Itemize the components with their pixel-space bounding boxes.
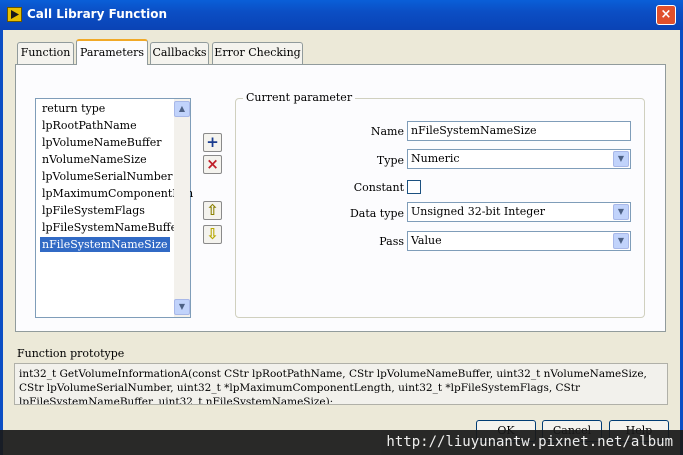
arrow-down-icon: ⇩	[206, 225, 219, 243]
chevron-down-icon[interactable]: ▼	[613, 204, 629, 220]
type-label: Type	[376, 154, 404, 167]
pass-value: Value	[411, 234, 442, 247]
list-item[interactable]: lpRootPathName	[40, 118, 139, 133]
constant-label: Constant	[353, 181, 404, 194]
labview-icon	[7, 7, 22, 22]
list-item[interactable]: lpMaximumComponentLen	[40, 186, 195, 201]
title-bar: Call Library Function ×	[0, 0, 683, 30]
list-item[interactable]: lpFileSystemFlags	[40, 203, 147, 218]
tab-function[interactable]: Function	[17, 42, 74, 64]
list-item[interactable]: lpVolumeSerialNumber	[40, 169, 175, 184]
move-up-button[interactable]: ⇧	[203, 201, 222, 220]
delete-parameter-button[interactable]: ×	[203, 155, 222, 174]
data-type-label: Data type	[349, 207, 404, 220]
list-item-selected[interactable]: nFileSystemNameSize	[40, 237, 170, 252]
type-select[interactable]: Numeric ▼	[407, 149, 631, 169]
name-field[interactable]: nFileSystemNameSize	[407, 121, 631, 141]
plus-icon: +	[206, 133, 219, 151]
list-item[interactable]: nVolumeNameSize	[40, 152, 149, 167]
close-button[interactable]: ×	[656, 5, 676, 25]
chevron-down-icon[interactable]: ▼	[613, 233, 629, 249]
prototype-label: Function prototype	[17, 347, 125, 360]
list-scrollbar[interactable]: ▲ ▼	[174, 99, 190, 317]
parameter-list[interactable]: return type lpRootPathName lpVolumeNameB…	[35, 98, 193, 318]
delete-icon: ×	[206, 155, 219, 173]
window-title: Call Library Function	[27, 7, 168, 21]
list-item[interactable]: lpFileSystemNameBuffer	[40, 220, 184, 235]
tab-parameters[interactable]: Parameters	[76, 39, 148, 65]
name-label: Name	[370, 125, 404, 138]
constant-checkbox[interactable]	[407, 180, 421, 194]
type-value: Numeric	[411, 152, 460, 165]
chevron-down-icon[interactable]: ▼	[613, 151, 629, 167]
add-parameter-button[interactable]: +	[203, 133, 222, 152]
tab-callbacks[interactable]: Callbacks	[150, 42, 209, 64]
scroll-up-icon[interactable]: ▲	[174, 101, 190, 117]
pass-label: Pass	[379, 235, 404, 248]
pass-select[interactable]: Value ▼	[407, 231, 631, 251]
tab-error-checking[interactable]: Error Checking	[212, 42, 303, 64]
list-item[interactable]: return type	[40, 101, 107, 116]
group-title: Current parameter	[243, 91, 356, 104]
prototype-text: int32_t GetVolumeInformationA(const CStr…	[14, 363, 668, 405]
arrow-up-icon: ⇧	[206, 201, 219, 219]
data-type-select[interactable]: Unsigned 32-bit Integer ▼	[407, 202, 631, 222]
watermark: http://liuyunantw.pixnet.net/album	[0, 430, 683, 455]
move-down-button[interactable]: ⇩	[203, 225, 222, 244]
data-type-value: Unsigned 32-bit Integer	[411, 205, 546, 218]
scroll-down-icon[interactable]: ▼	[174, 299, 190, 315]
list-item[interactable]: lpVolumeNameBuffer	[40, 135, 164, 150]
